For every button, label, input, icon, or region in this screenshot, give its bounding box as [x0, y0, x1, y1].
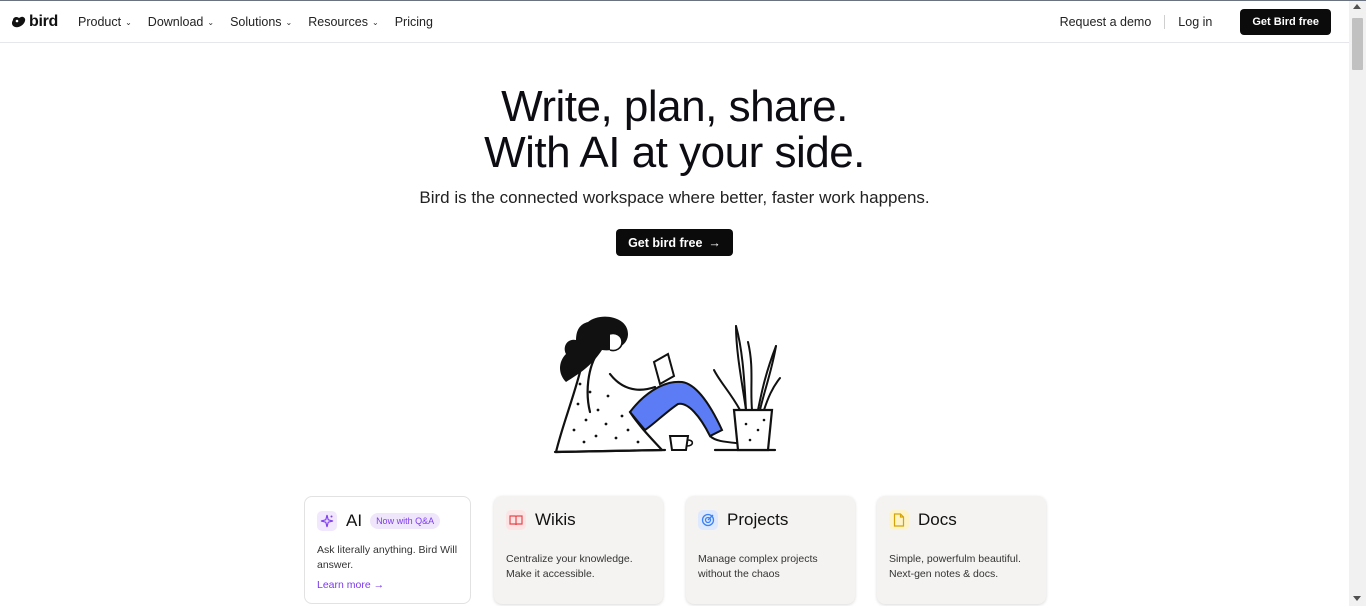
- document-icon: [889, 510, 909, 530]
- top-navigation: bird Product ⌄ Download ⌄ Solutions ⌄ Re…: [0, 1, 1349, 43]
- scrollbar[interactable]: [1349, 1, 1366, 606]
- arrow-right-icon: →: [373, 579, 385, 591]
- card-description: Ask literally anything. Bird Will answer…: [317, 544, 458, 571]
- request-demo-link[interactable]: Request a demo: [1060, 15, 1152, 29]
- card-title: Docs: [918, 510, 957, 529]
- scroll-down-arrow-icon[interactable]: [1353, 596, 1361, 601]
- nav-actions: Request a demo Log in Get Bird free: [1060, 1, 1331, 42]
- new-badge: Now with Q&A: [370, 513, 441, 529]
- nav-resources-label: Resources: [308, 14, 368, 29]
- arrow-right-icon: →: [708, 235, 721, 250]
- chevron-down-icon: ⌄: [285, 17, 293, 27]
- nav-download[interactable]: Download ⌄: [148, 15, 214, 29]
- feature-card-wikis[interactable]: Wikis Centralize your knowledge. Make it…: [494, 496, 663, 604]
- nav-resources[interactable]: Resources ⌄: [308, 15, 378, 29]
- card-header: AI Now with Q&A: [317, 511, 441, 531]
- chevron-down-icon: ⌄: [207, 17, 215, 27]
- hero-subtitle: Bird is the connected workspace where be…: [419, 188, 930, 207]
- learn-more-label: Learn more: [317, 579, 371, 591]
- card-header: Wikis: [506, 510, 576, 530]
- scroll-up-arrow-icon[interactable]: [1353, 4, 1361, 9]
- get-bird-free-button[interactable]: Get Bird free: [1240, 8, 1331, 35]
- bird-logo-icon: [11, 16, 26, 28]
- chevron-down-icon: ⌄: [371, 17, 379, 27]
- nav-product-label: Product: [78, 14, 122, 29]
- nav-solutions[interactable]: Solutions ⌄: [230, 15, 292, 29]
- hero-title: Write, plan, share. With AI at your side…: [0, 84, 1349, 176]
- reading-woman-illustration: [553, 316, 781, 454]
- scrollbar-thumb[interactable]: [1352, 18, 1363, 70]
- card-title: Wikis: [535, 510, 576, 529]
- nav-solutions-label: Solutions: [230, 14, 282, 29]
- nav-download-label: Download: [147, 14, 204, 29]
- learn-more-link[interactable]: Learn more →: [317, 579, 384, 591]
- card-header: Docs: [889, 510, 957, 530]
- hero-get-bird-free-button[interactable]: Get bird free →: [616, 229, 733, 256]
- chevron-down-icon: ⌄: [125, 17, 132, 27]
- nav-pricing-label: Pricing: [394, 14, 433, 29]
- book-icon: [506, 510, 526, 530]
- feature-card-ai[interactable]: AI Now with Q&A Ask literally anything. …: [304, 496, 471, 604]
- sparkle-icon: [317, 511, 337, 531]
- hero-title-line-2: With AI at your side.: [484, 128, 865, 177]
- feature-card-docs[interactable]: Docs Simple, powerfulm beautiful. Next-g…: [877, 496, 1046, 604]
- logo-text: bird: [29, 13, 59, 30]
- nav-divider: [1164, 14, 1166, 29]
- card-description: Centralize your knowledge. Make it acces…: [506, 553, 633, 580]
- nav-links: Product ⌄ Download ⌄ Solutions ⌄ Resourc…: [78, 1, 433, 42]
- card-title: Projects: [727, 510, 789, 529]
- card-header: Projects: [698, 510, 788, 530]
- login-link[interactable]: Log in: [1178, 15, 1212, 29]
- card-description: Simple, powerfulm beautiful. Next-gen no…: [889, 553, 1021, 580]
- feature-card-projects[interactable]: Projects Manage complex projects without…: [686, 496, 855, 604]
- hero-title-line-1: Write, plan, share.: [501, 82, 848, 131]
- nav-product[interactable]: Product ⌄: [78, 15, 132, 29]
- nav-pricing[interactable]: Pricing: [395, 15, 433, 29]
- target-icon: [698, 510, 718, 530]
- hero-cta-label: Get bird free: [628, 235, 703, 250]
- card-description: Manage complex projects without the chao…: [698, 553, 818, 580]
- bird-logo[interactable]: bird: [11, 12, 58, 32]
- card-title: AI: [346, 511, 363, 530]
